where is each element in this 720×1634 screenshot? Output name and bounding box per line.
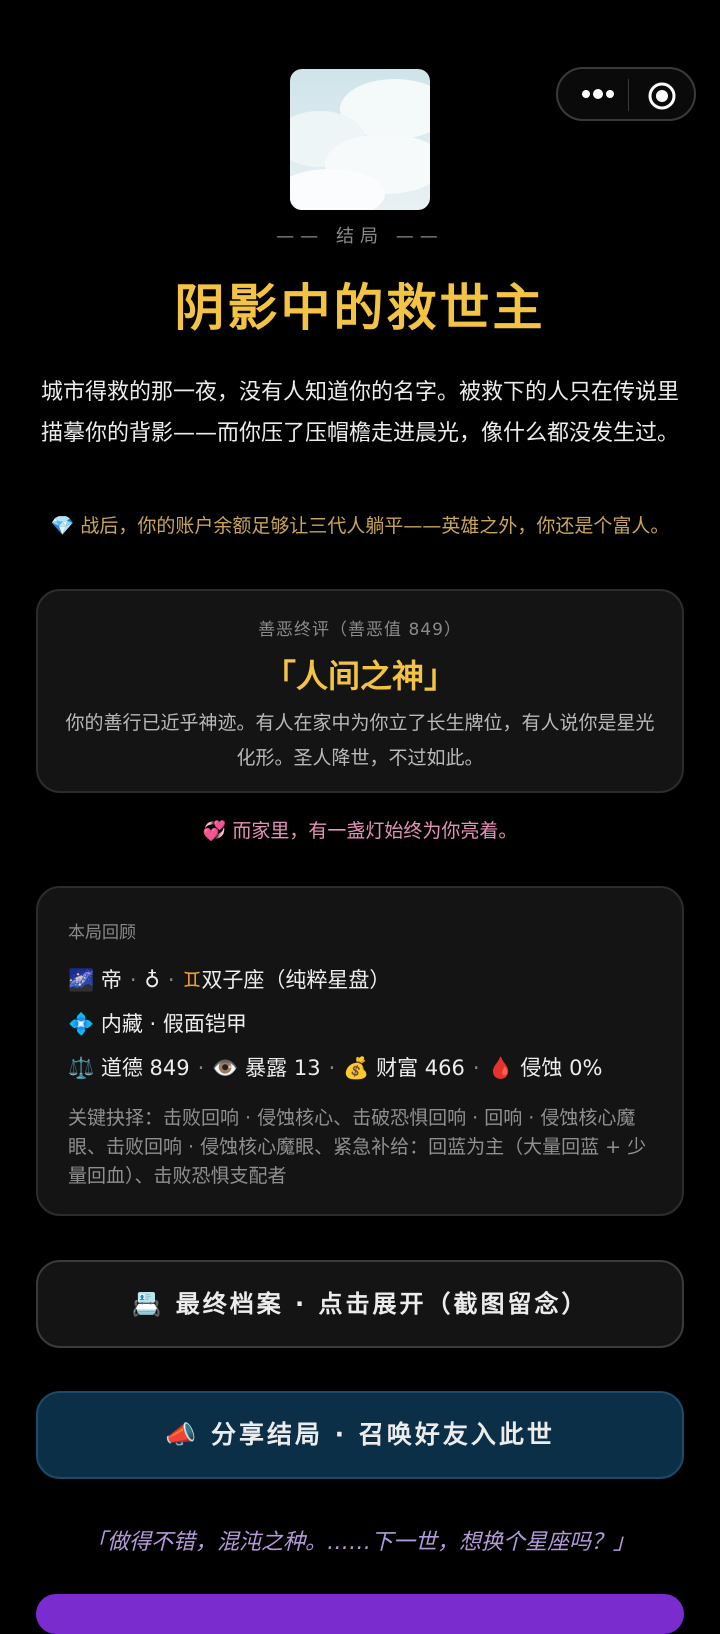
stat-erosion-label: 侵蚀 [520, 1056, 563, 1080]
miniprogram-capsule [556, 67, 696, 121]
scales-icon: ⚖️ [68, 1056, 95, 1080]
ending-title: 阴影中的救世主 [174, 279, 546, 337]
next-life-button[interactable] [36, 1594, 684, 1634]
blood-drop-icon: 🩸 [487, 1056, 514, 1080]
wealth-note: 💎 战后，你的账户余额足够让三代人躺平——英雄之外，你还是个富人。 [38, 512, 682, 541]
key-choices: 关键抉择：击败回响 · 侵蚀核心、击破恐惧回响 · 回响 · 侵蚀核心魔眼、击败… [68, 1107, 647, 1187]
card-index-icon: 📇 [131, 1290, 165, 1318]
verdict-title: 「人间之神」 [263, 657, 456, 695]
stat-erosion-value: 0% [569, 1056, 603, 1080]
stat-wealth-value: 466 [424, 1056, 465, 1080]
stat-exposure-label: 暴露 [245, 1056, 288, 1080]
money-bag-icon: 💰 [343, 1056, 370, 1080]
recap-label: 本局回顾 [68, 923, 136, 943]
stat-morality-value: 849 [149, 1056, 190, 1080]
hearts-icon: 💞 [202, 820, 227, 842]
clouds-illustration [290, 79, 430, 210]
role-text: 帝 [100, 968, 122, 992]
recap-identity-row: 🌌 帝 · ♁ · ♊双子座（纯粹星盘） [68, 968, 391, 992]
ending-label: —— 结局 —— [276, 226, 444, 247]
recap-armor-row: 💠 内藏 · 假面铠甲 [68, 1008, 247, 1038]
verdict-label: 善恶终评（善恶值 849） [258, 620, 462, 640]
more-dots-icon[interactable] [578, 79, 618, 109]
gem-icon: 💎 [50, 515, 75, 537]
eye-icon: 👁️ [212, 1056, 239, 1080]
recap-stats-row: ⚖️ 道德 849 · 👁️ 暴露 13 · 💰 财富 466 · 🩸 侵蚀 0% [68, 1056, 603, 1080]
diamond-shape-icon: 💠 [68, 1012, 95, 1036]
stat-wealth-label: 财富 [376, 1056, 419, 1080]
recap-card: 本局回顾 🌌 帝 · ♁ · ♊双子座（纯粹星盘） 💠 内藏 · 假面铠甲 ⚖️ 道德 … [36, 886, 684, 1216]
next-life-prompt: 「做得不错，混沌之种。……下一世，想换个星座吗？」 [84, 1530, 635, 1555]
gemini-icon: ♊ [182, 968, 202, 992]
share-button-label: 分享结局 · 召唤好友入此世 [210, 1420, 555, 1449]
ending-cover-image [290, 69, 430, 210]
share-ending-button[interactable]: 📣 分享结局 · 召唤好友入此世 [36, 1391, 684, 1479]
final-archive-button[interactable]: 📇 最终档案 · 点击展开（截图留念） [36, 1260, 684, 1348]
capsule-divider [628, 79, 629, 111]
family-note: 💞 而家里，有一盏灯始终为你亮着。 [0, 816, 720, 843]
archive-button-label: 最终档案 · 点击展开（截图留念） [175, 1290, 589, 1318]
zodiac-text: 双子座（纯粹星盘） [201, 968, 391, 992]
armor-text: 内藏 · 假面铠甲 [100, 1012, 247, 1036]
galaxy-icon: 🌌 [68, 968, 95, 992]
ending-narrative: 城市得救的那一夜，没有人知道你的名字。被救下的人只在传说里描摹你的背影——而你压… [40, 380, 679, 446]
target-circle-icon[interactable] [647, 81, 677, 111]
stat-exposure-value: 13 [293, 1056, 321, 1080]
megaphone-icon: 📣 [165, 1420, 200, 1449]
gender-icon: ♁ [144, 968, 160, 992]
wealth-text: 战后，你的账户余额足够让三代人躺平——英雄之外，你还是个富人。 [80, 515, 670, 537]
verdict-description: 你的善行已近乎神迹。有人在家中为你立了长生牌位，有人说你是星光化形。圣人降世，不… [65, 712, 655, 769]
stat-morality-label: 道德 [100, 1056, 143, 1080]
family-text: 而家里，有一盏灯始终为你亮着。 [232, 820, 518, 842]
verdict-card: 善恶终评（善恶值 849） 「人间之神」 你的善行已近乎神迹。有人在家中为你立了… [36, 589, 684, 793]
